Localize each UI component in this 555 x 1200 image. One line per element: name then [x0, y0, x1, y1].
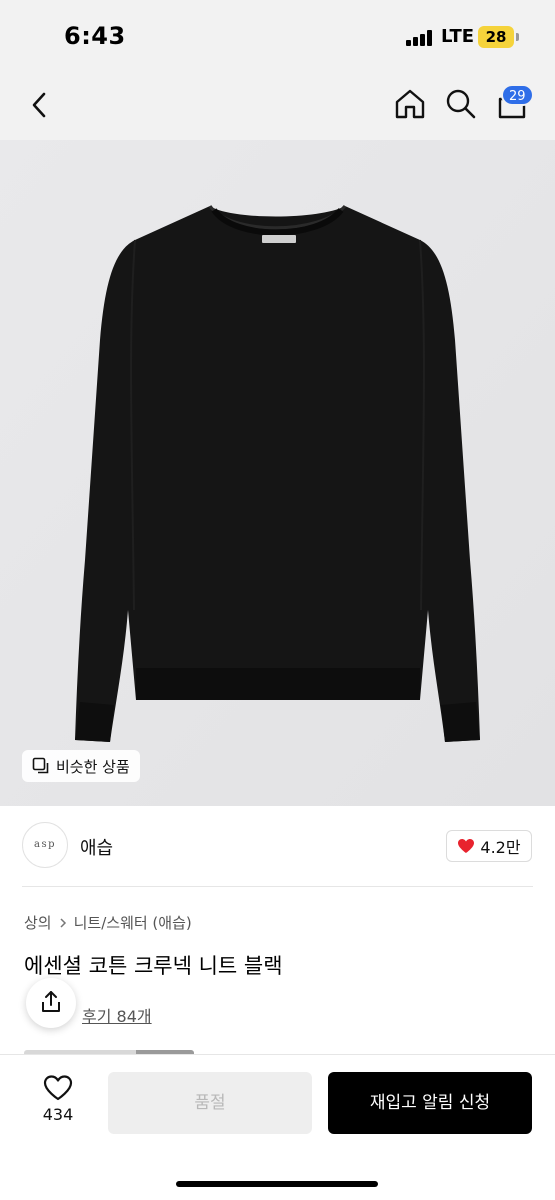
- breadcrumb-category[interactable]: 상의: [24, 912, 52, 933]
- breadcrumb: 상의 니트/스웨터 (애습): [24, 912, 192, 933]
- cart-count-badge: 29: [501, 84, 534, 106]
- signal-icon: [406, 30, 436, 46]
- search-icon: [446, 89, 476, 119]
- heart-outline-icon: [43, 1075, 73, 1101]
- divider: [22, 886, 533, 887]
- similar-products-label: 비슷한 상품: [56, 757, 130, 776]
- wishlist-button[interactable]: 434: [30, 1075, 86, 1135]
- breadcrumb-subcategory[interactable]: 니트/스웨터 (애습): [74, 912, 192, 933]
- home-button[interactable]: [392, 86, 428, 122]
- similar-items-icon: [32, 757, 49, 774]
- status-time: 6:43: [64, 22, 126, 50]
- search-button[interactable]: [444, 86, 478, 122]
- similar-products-button[interactable]: 비슷한 상품: [22, 750, 140, 782]
- product-image[interactable]: 비슷한 상품: [0, 140, 555, 806]
- review-link[interactable]: 후기 84개: [82, 1003, 152, 1027]
- product-title: 에센셜 코튼 크루넥 니트 블랙: [24, 954, 283, 978]
- like-button[interactable]: 4.2만: [446, 830, 532, 862]
- network-label: LTE: [441, 26, 475, 47]
- chevron-right-icon: [60, 917, 66, 928]
- brand-name[interactable]: 애습: [80, 834, 113, 860]
- home-indicator: [176, 1181, 378, 1187]
- brand-logo[interactable]: asp: [22, 822, 68, 868]
- home-icon: [395, 89, 425, 119]
- status-bar: 6:43 LTE 28: [0, 0, 555, 72]
- heart-icon: [458, 839, 475, 853]
- back-button[interactable]: [26, 88, 54, 122]
- share-button[interactable]: [26, 978, 76, 1028]
- soldout-button: 품절: [108, 1072, 312, 1134]
- black-sweater-photo: [0, 140, 555, 806]
- brand-row: asp 애습 4.2만: [0, 806, 555, 886]
- wishlist-count: 434: [42, 1105, 74, 1124]
- battery-tip: [516, 33, 519, 41]
- nav-bar: [0, 72, 555, 140]
- chevron-left-icon: [32, 92, 46, 118]
- bottom-action-bar: 434 품절 재입고 알림 신청: [0, 1054, 555, 1200]
- battery-icon: 28: [478, 26, 514, 48]
- restock-alert-button[interactable]: 재입고 알림 신청: [328, 1072, 532, 1134]
- share-icon: [42, 991, 60, 1012]
- like-count: 4.2만: [480, 838, 521, 857]
